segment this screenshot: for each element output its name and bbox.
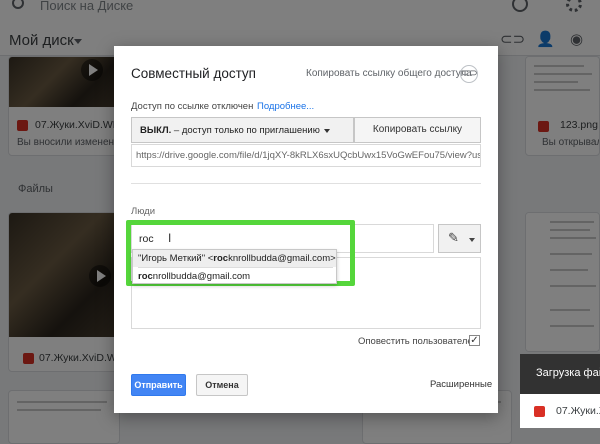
autocomplete-suggestions: "Игорь Меткий" <rocknrollbudda@gmail.com… bbox=[132, 249, 337, 284]
suggestion-item[interactable]: "Игорь Меткий" <rocknrollbudda@gmail.com… bbox=[133, 250, 336, 267]
dialog-title: Совместный доступ bbox=[131, 66, 256, 81]
link-icon[interactable]: ⊂⊃ bbox=[460, 65, 478, 83]
divider bbox=[131, 183, 481, 184]
send-button[interactable]: Отправить bbox=[131, 374, 186, 396]
suggestion-item[interactable]: rocnrollbudda@gmail.com bbox=[133, 268, 336, 285]
link-access-status: Доступ по ссылке отключен bbox=[131, 101, 254, 112]
learn-more-link[interactable]: Подробнее... bbox=[257, 101, 314, 112]
pencil-icon: ✎ bbox=[448, 230, 459, 245]
people-label: Люди bbox=[131, 206, 156, 217]
permission-dropdown-button[interactable]: ✎ bbox=[438, 224, 481, 253]
copy-public-link[interactable]: Копировать ссылку общего доступа bbox=[306, 68, 472, 79]
cancel-button[interactable]: Отмена bbox=[196, 374, 248, 396]
access-mode-label: ВЫКЛ. – доступ только по приглашению bbox=[140, 125, 320, 136]
notify-users-label: Оповестить пользователей bbox=[358, 336, 478, 347]
copy-link-button[interactable]: Копировать ссылку bbox=[354, 117, 481, 143]
access-mode-dropdown[interactable]: ВЫКЛ. – доступ только по приглашению bbox=[131, 117, 354, 143]
upload-item-name: 07.Жуки.Х bbox=[556, 405, 600, 417]
upload-item[interactable]: 07.Жуки.Х bbox=[520, 394, 600, 428]
upload-toast: Загрузка файл bbox=[520, 354, 600, 394]
dropdown-caret-icon bbox=[469, 238, 475, 242]
upload-toast-text: Загрузка файл bbox=[536, 367, 600, 379]
advanced-settings-link[interactable]: Расширенные bbox=[430, 379, 492, 390]
share-dialog: Совместный доступ Копировать ссылку обще… bbox=[114, 46, 498, 413]
video-file-icon bbox=[534, 406, 545, 417]
notify-users-checkbox[interactable]: ✓ bbox=[469, 335, 480, 346]
dropdown-caret-icon bbox=[324, 129, 330, 133]
share-url-field[interactable]: https://drive.google.com/file/d/1jqXY-8k… bbox=[131, 144, 481, 167]
